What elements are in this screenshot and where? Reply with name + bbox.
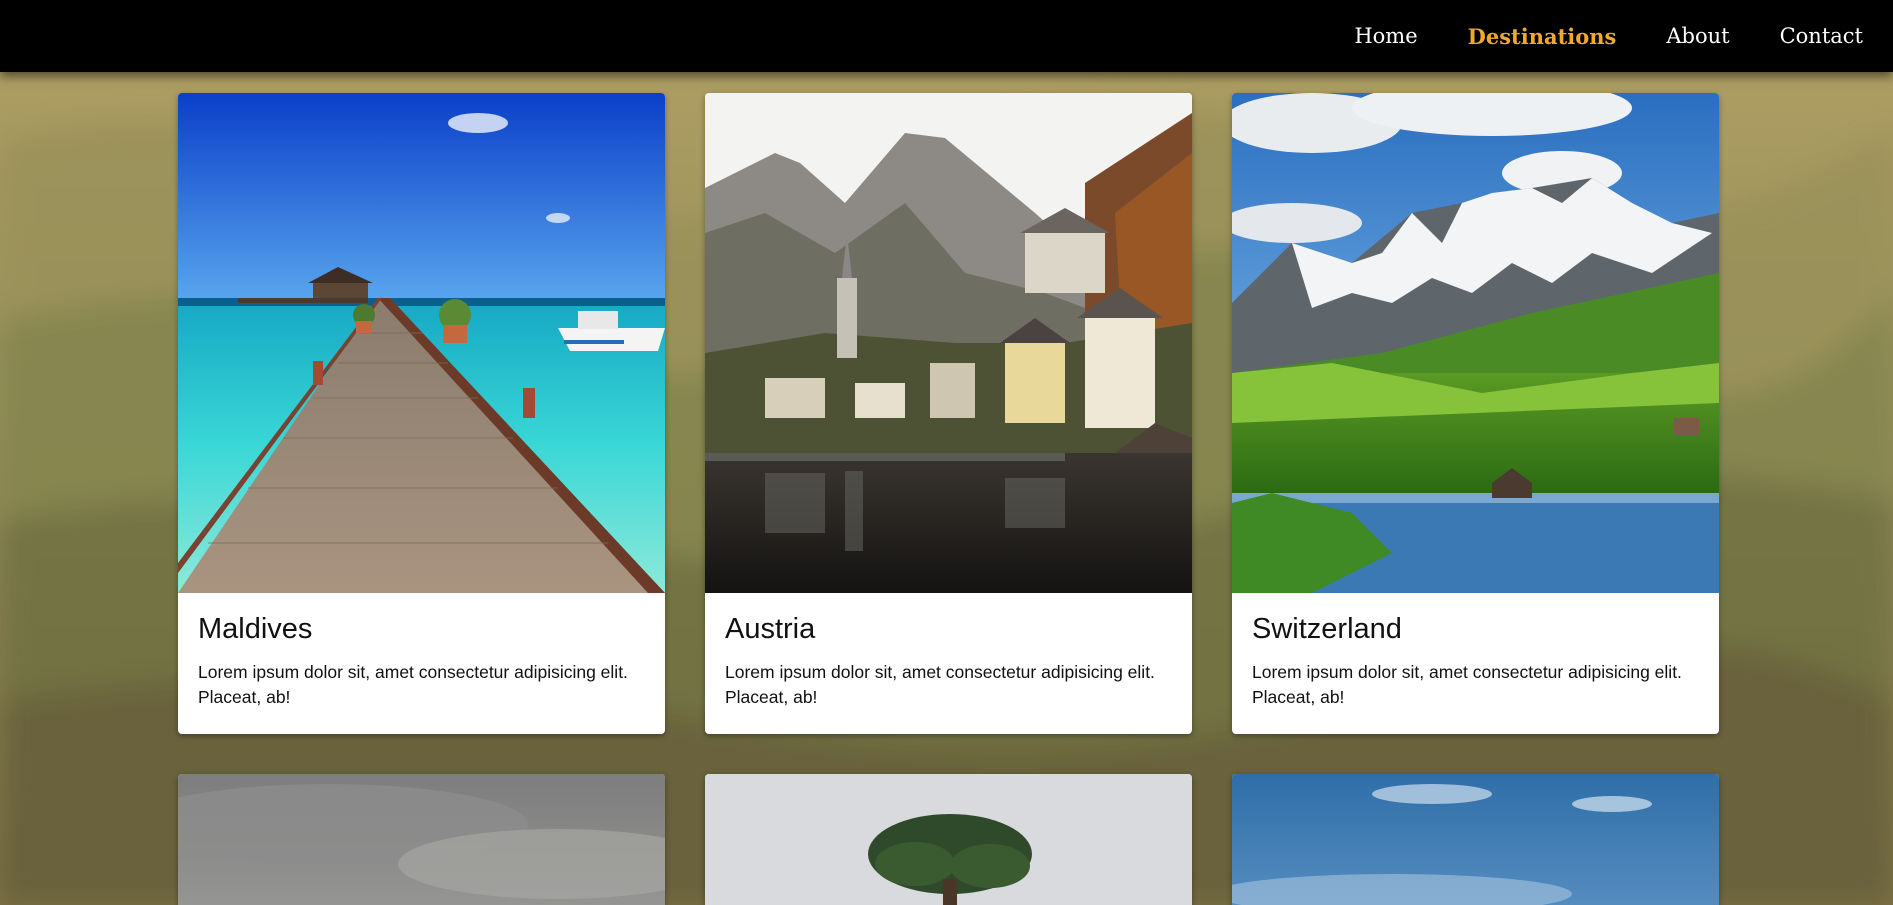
card-description: Lorem ipsum dolor sit, amet consectetur … bbox=[198, 662, 628, 707]
destination-card[interactable] bbox=[178, 774, 665, 905]
destination-card-maldives[interactable]: Maldives Lorem ipsum dolor sit, amet con… bbox=[178, 93, 665, 734]
nav-links: Home Destinations About Contact bbox=[1304, 0, 1863, 72]
card-title: Switzerland bbox=[1252, 613, 1402, 645]
snowy-mountains-meadow-image bbox=[1232, 93, 1719, 593]
lone-tree-image bbox=[705, 774, 1192, 905]
nav-about-link[interactable]: About bbox=[1666, 24, 1729, 48]
cloudy-sky-hills-image bbox=[178, 774, 665, 905]
card-title: Maldives bbox=[198, 613, 313, 645]
nav-home-link[interactable]: Home bbox=[1354, 24, 1417, 48]
nav-contact-link[interactable]: Contact bbox=[1780, 24, 1863, 48]
alpine-village-lake-image bbox=[705, 93, 1192, 593]
destinations-grid: Maldives Lorem ipsum dolor sit, amet con… bbox=[178, 93, 1719, 905]
top-navbar: Home Destinations About Contact bbox=[0, 0, 1893, 72]
card-title: Austria bbox=[725, 613, 816, 645]
destination-card-austria[interactable]: Austria Lorem ipsum dolor sit, amet cons… bbox=[705, 93, 1192, 734]
destination-card[interactable] bbox=[705, 774, 1192, 905]
tropical-pier-image bbox=[178, 93, 665, 593]
destination-card-switzerland[interactable]: Switzerland Lorem ipsum dolor sit, amet … bbox=[1232, 93, 1719, 734]
destination-card[interactable] bbox=[1232, 774, 1719, 905]
card-description: Lorem ipsum dolor sit, amet consectetur … bbox=[1252, 662, 1682, 707]
blue-sky-image bbox=[1232, 774, 1719, 905]
nav-destinations-link[interactable]: Destinations bbox=[1468, 24, 1617, 49]
card-description: Lorem ipsum dolor sit, amet consectetur … bbox=[725, 662, 1155, 707]
